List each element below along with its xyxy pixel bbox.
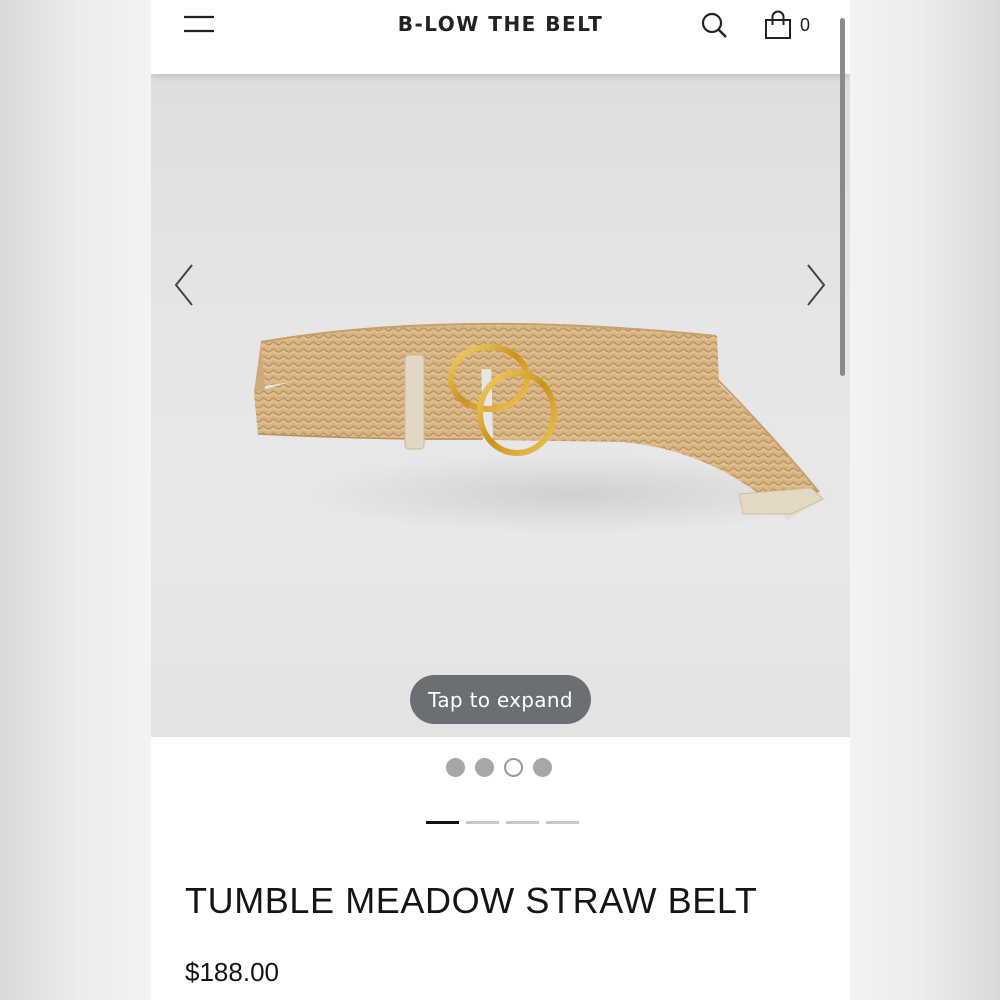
mobile-viewport: B-LOW THE BELT 0 Tap to expand TUMBLE ME… — [151, 0, 850, 1000]
slide-indicator-item[interactable] — [466, 821, 499, 824]
shopping-bag-icon[interactable] — [763, 10, 793, 40]
carousel-dots — [446, 758, 552, 778]
site-header: B-LOW THE BELT 0 — [151, 0, 850, 74]
cart-count[interactable]: 0 — [800, 15, 810, 36]
product-image[interactable] — [151, 74, 850, 737]
carousel-dot[interactable] — [475, 758, 494, 777]
slide-indicator-active[interactable] — [426, 821, 459, 824]
chevron-left-icon[interactable] — [171, 262, 197, 308]
product-image-gallery[interactable]: Tap to expand — [151, 74, 850, 737]
tap-to-expand-button[interactable]: Tap to expand — [410, 675, 591, 724]
scrollbar[interactable] — [840, 18, 845, 376]
slide-indicator-item[interactable] — [546, 821, 579, 824]
slide-indicator-item[interactable] — [506, 821, 539, 824]
carousel-dot[interactable] — [533, 758, 552, 777]
carousel-dot[interactable] — [446, 758, 465, 777]
product-title: TUMBLE MEADOW STRAW BELT — [185, 880, 758, 921]
brand-logo[interactable]: B-LOW THE BELT — [151, 12, 850, 36]
chevron-right-icon[interactable] — [803, 262, 829, 308]
search-icon[interactable] — [700, 11, 728, 39]
carousel-dot-active[interactable] — [504, 758, 523, 777]
slide-indicator — [426, 821, 579, 824]
product-price: $188.00 — [185, 957, 279, 987]
